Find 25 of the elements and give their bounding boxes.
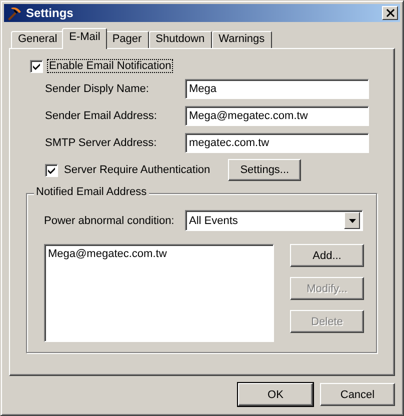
list-button[interactable]: Add... xyxy=(290,244,364,267)
pickaxe-icon xyxy=(6,5,22,21)
dropdown[interactable]: All Events xyxy=(185,210,363,231)
checkbox-label[interactable]: Enable Email Notification xyxy=(47,59,174,73)
field-label: Sender Email Address: xyxy=(45,110,158,122)
tab[interactable]: Shutdown xyxy=(148,31,212,48)
checkbox-label[interactable]: Server Require Authentication xyxy=(62,163,212,177)
field-label: SMTP Server Address: xyxy=(45,137,158,149)
close-icon[interactable] xyxy=(386,9,394,17)
list-item[interactable]: Mega@megatec.com.tw xyxy=(48,248,270,260)
settings-button[interactable]: Settings... xyxy=(228,159,302,181)
input-field[interactable]: Mega@megatec.com.tw xyxy=(185,106,369,126)
input-field[interactable]: megatec.com.tw xyxy=(185,133,369,153)
tab[interactable]: Pager xyxy=(105,31,149,48)
dialog-button[interactable]: Cancel xyxy=(320,383,395,406)
close-button[interactable] xyxy=(382,6,398,20)
tab[interactable]: Warnings xyxy=(212,31,272,48)
group-title: Notified Email Address xyxy=(34,186,149,198)
input-field[interactable]: Mega xyxy=(185,79,369,99)
window-title: Settings xyxy=(26,6,74,20)
triangle-icon xyxy=(348,218,356,222)
field-label: Sender Disply Name: xyxy=(45,83,150,95)
dialog-button[interactable]: OK xyxy=(238,383,313,406)
field-label: Power abnormal condition: xyxy=(44,214,176,226)
tab[interactable]: E-Mail xyxy=(62,28,108,49)
